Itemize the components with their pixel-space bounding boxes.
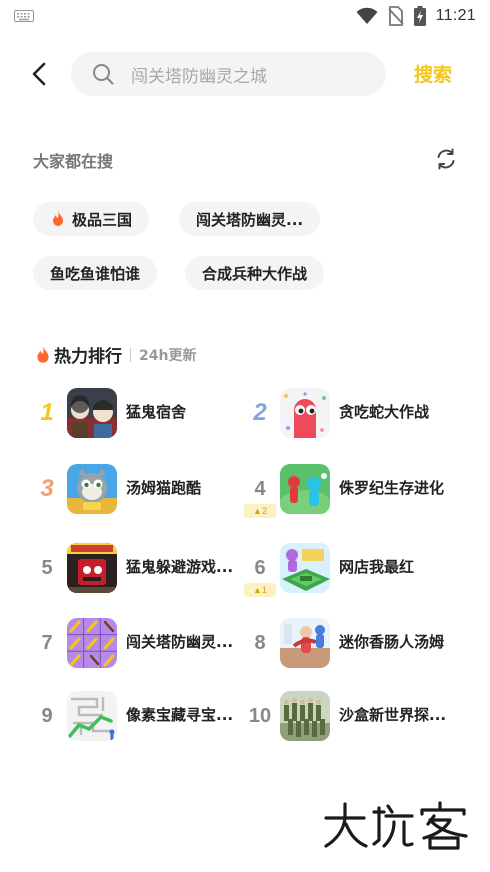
ranking-item[interactable]: 9 像素宝藏寻宝... <box>33 689 233 743</box>
ranking-item[interactable]: 4 ▲ 2 侏罗纪生存进化 <box>244 462 446 518</box>
chip-label: 鱼吃鱼谁怕谁 <box>50 264 141 283</box>
search-placeholder: 闯关塔防幽灵之城 <box>131 66 267 87</box>
rank-up-icon: ▲ <box>253 506 262 516</box>
chip-search-term[interactable]: 合成兵种大作战 <box>185 256 325 290</box>
search-icon <box>93 64 114 85</box>
rank-change-value: 2 <box>261 506 267 516</box>
game-icon <box>67 691 117 741</box>
divider <box>130 347 131 362</box>
rank-up-icon: ▲ <box>253 585 262 595</box>
game-icon <box>280 691 330 741</box>
search-header: 闯关塔防幽灵之城 搜索 <box>0 50 490 98</box>
chip-label: 极品三国 <box>72 210 133 229</box>
ranking-item[interactable]: 8 迷你香肠人汤姆 <box>246 616 446 670</box>
game-icon <box>67 618 117 668</box>
status-bar: 11:21 <box>0 0 490 34</box>
ranking-subtitle: 24h更新 <box>139 347 197 364</box>
fire-icon <box>37 345 49 363</box>
game-name: 沙盒新世界探... <box>339 706 447 724</box>
ranking-item[interactable]: 3 汤姆猫跑酷 <box>33 462 233 516</box>
game-name: 猛鬼宿舍 <box>126 403 187 421</box>
game-icon <box>67 464 117 514</box>
ranking-item[interactable]: 6 ▲ 1 网店我最红 <box>244 541 446 597</box>
search-input[interactable]: 闯关塔防幽灵之城 <box>71 52 386 96</box>
rank-number: 1 <box>40 399 54 426</box>
game-icon <box>67 388 117 438</box>
game-name: 闯关塔防幽灵... <box>126 633 234 651</box>
game-name: 像素宝藏寻宝... <box>126 706 234 724</box>
rank-number: 10 <box>248 704 272 727</box>
wifi-icon <box>356 7 378 24</box>
game-icon <box>280 618 330 668</box>
game-name: 网店我最红 <box>339 558 415 576</box>
ranking-item[interactable]: 1 猛鬼宿舍 <box>33 386 233 440</box>
chip-search-term[interactable]: 鱼吃鱼谁怕谁 <box>33 256 158 290</box>
clock: 11:21 <box>435 7 476 24</box>
rank-number: 8 <box>254 631 266 654</box>
ranking-item[interactable]: 5 猛鬼躲避游戏... <box>33 541 233 595</box>
rank-change-badge: ▲ 2 <box>244 504 276 518</box>
rank-change-badge: ▲ 1 <box>244 583 276 597</box>
keyboard-icon <box>14 10 34 22</box>
back-arrow-icon[interactable] <box>26 60 54 88</box>
chip-label: 闯关塔防幽灵... <box>196 210 304 229</box>
ranking-item[interactable]: 2 贪吃蛇大作战 <box>246 386 446 440</box>
game-icon <box>280 464 330 514</box>
chip-label: 合成兵种大作战 <box>202 264 308 283</box>
fire-icon <box>53 211 63 226</box>
game-icon <box>67 543 117 593</box>
refresh-icon[interactable] <box>434 147 458 171</box>
rank-number: 9 <box>41 704 53 727</box>
rank-number: 7 <box>41 631 53 654</box>
game-name: 迷你香肠人汤姆 <box>339 633 445 651</box>
rank-number: 2 <box>253 399 267 426</box>
search-button[interactable]: 搜索 <box>414 60 452 87</box>
no-sim-icon <box>387 6 404 26</box>
ranking-item[interactable]: 10 沙盒新世界探... <box>246 689 446 743</box>
rank-number: 3 <box>40 475 54 502</box>
game-name: 贪吃蛇大作战 <box>339 403 430 421</box>
hot-ranking-header: 热力排行 24h更新 <box>34 342 196 367</box>
ranking-item[interactable]: 7 闯关塔防幽灵... <box>33 616 233 670</box>
ranking-title: 热力排行 <box>54 347 122 367</box>
popular-searches-title: 大家都在搜 <box>33 152 114 171</box>
game-icon <box>280 543 330 593</box>
rank-change-value: 1 <box>261 585 267 595</box>
game-name: 猛鬼躲避游戏... <box>126 558 234 576</box>
game-icon <box>280 388 330 438</box>
rank-number: 5 <box>41 556 53 579</box>
game-name: 侏罗纪生存进化 <box>339 479 445 497</box>
game-name: 汤姆猫跑酷 <box>126 479 202 497</box>
watermark-logo <box>324 801 468 850</box>
chip-search-term[interactable]: 极品三国 <box>33 202 150 236</box>
chip-search-term[interactable]: 闯关塔防幽灵... <box>179 202 321 236</box>
battery-charging-icon <box>413 6 426 26</box>
